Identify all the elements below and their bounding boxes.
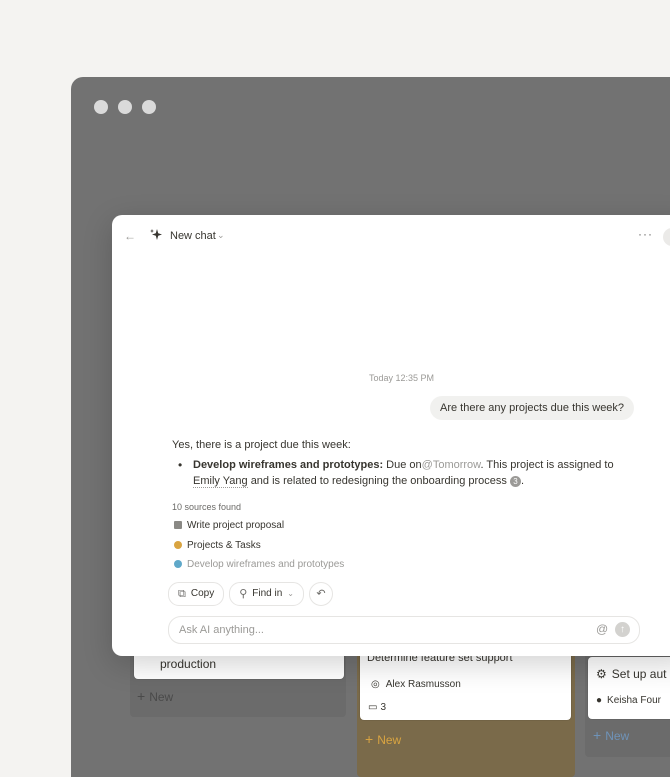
card-comments: ▭ 3: [368, 702, 387, 713]
globe-icon: [174, 560, 182, 568]
response-actions: ⧉ Copy ⚲ Find in ⌄ ↶: [168, 582, 333, 606]
find-in-button[interactable]: ⚲ Find in ⌄: [229, 582, 304, 606]
new-card-button[interactable]: + New: [137, 688, 173, 704]
window-controls: [94, 100, 156, 114]
minimize-window-button[interactable]: [118, 100, 132, 114]
more-options-icon[interactable]: ···: [638, 227, 653, 241]
close-window-button[interactable]: [94, 100, 108, 114]
chat-input-box[interactable]: @ ↑: [168, 616, 640, 644]
document-icon: [174, 521, 182, 529]
sources-count[interactable]: 10 sources found: [172, 502, 241, 512]
send-arrow-icon[interactable]: ↑: [615, 622, 630, 637]
chevron-down-icon[interactable]: ⌄: [217, 230, 225, 241]
ai-chat-panel: ← New chat ⌄ ··· Today 12:35 PM Are ther…: [112, 215, 670, 656]
gear-icon: ⚙: [596, 667, 607, 681]
undo-icon: ↶: [316, 588, 326, 600]
user-message-bubble: Are there any projects due this week?: [430, 396, 635, 420]
copy-icon: ⧉: [178, 588, 186, 600]
chat-title[interactable]: New chat: [170, 230, 216, 242]
copy-button[interactable]: ⧉ Copy: [168, 582, 225, 606]
chevron-down-icon: ⌄: [287, 589, 294, 598]
avatar: ●: [596, 695, 603, 706]
card-title: production: [160, 657, 217, 671]
card-assignee: ● Keisha Four: [596, 695, 661, 706]
retry-button[interactable]: ↶: [309, 582, 333, 606]
avatar[interactable]: [663, 228, 670, 246]
citation-badge[interactable]: 3: [509, 476, 521, 487]
project-title: Develop wireframes and prototypes:: [193, 459, 384, 471]
source-item[interactable]: Develop wireframes and prototypes: [174, 559, 344, 570]
board-card[interactable]: ⚙ Set up aut ● Keisha Four: [588, 657, 670, 719]
response-list-item: Develop wireframes and prototypes: Due o…: [172, 457, 642, 489]
maximize-window-button[interactable]: [142, 100, 156, 114]
plus-icon: +: [365, 731, 374, 747]
ai-response: Yes, there is a project due this week: D…: [172, 437, 642, 489]
mention-icon[interactable]: @: [596, 622, 608, 636]
card-title: ⚙ Set up aut: [596, 667, 667, 681]
new-card-button[interactable]: + New: [365, 731, 401, 747]
new-card-button[interactable]: + New: [593, 727, 629, 743]
comment-icon: ▭: [368, 702, 378, 713]
chat-header: ← New chat ⌄ ···: [112, 215, 670, 259]
card-assignee: ◎ Alex Rasmusson: [371, 679, 461, 690]
plus-icon: +: [593, 727, 602, 743]
sparkle-icon: [150, 229, 162, 240]
search-icon: ⚲: [239, 588, 248, 600]
back-arrow-icon[interactable]: ←: [124, 229, 136, 243]
check-circle-icon: [174, 541, 182, 549]
chat-input[interactable]: [179, 622, 579, 638]
person-icon: ◎: [371, 679, 380, 690]
date-mention[interactable]: @Tomorrow: [422, 459, 481, 471]
source-item[interactable]: Write project proposal: [174, 520, 284, 531]
person-mention[interactable]: Emily Yang: [193, 475, 248, 488]
response-intro: Yes, there is a project due this week:: [172, 439, 351, 451]
source-item[interactable]: Projects & Tasks: [174, 540, 261, 551]
plus-icon: +: [137, 688, 146, 704]
